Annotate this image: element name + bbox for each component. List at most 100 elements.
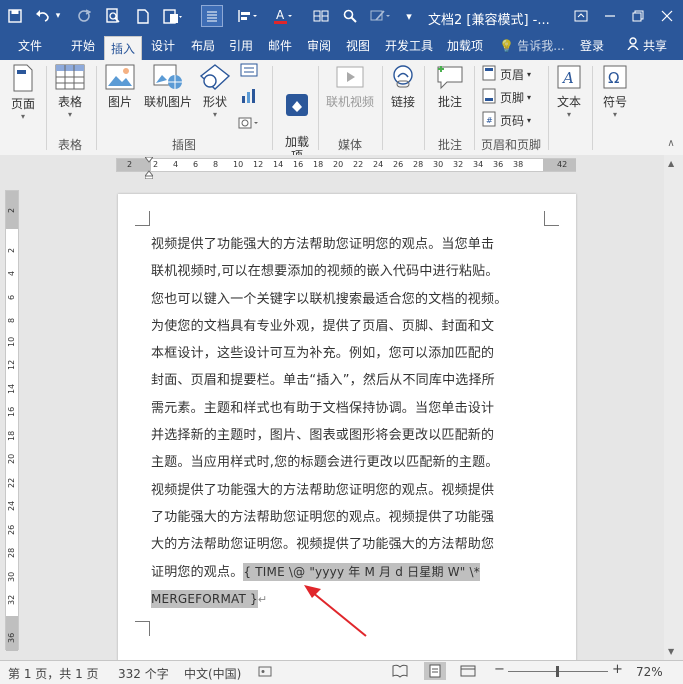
group-label-illustrations: 插图 (171, 138, 196, 152)
screenshot-button[interactable] (236, 114, 262, 133)
ruler-number: 2 (7, 207, 16, 213)
time-field-code[interactable]: { TIME \@ "yyyy 年 M 月 d 日星期 W" \* (243, 562, 480, 581)
svg-text:A: A (276, 8, 285, 22)
online-video-button[interactable]: 联机视频 (322, 64, 378, 110)
scroll-down-icon[interactable]: ▼ (668, 647, 674, 656)
ruler-number: 26 (7, 524, 16, 535)
document-body[interactable]: 视频提供了功能强大的方法帮助您证明您的观点。当您单击 联机视频时,可以在想要添加… (151, 231, 547, 613)
link-button[interactable]: 链接 (386, 64, 420, 110)
format-icon[interactable] (236, 6, 260, 26)
redo-icon[interactable] (75, 6, 93, 26)
tab-view[interactable]: 视图 (340, 33, 376, 60)
svg-text:#: # (486, 116, 493, 125)
table-grid-icon (50, 64, 90, 93)
word-count[interactable]: 332 个字 (118, 665, 169, 682)
find-icon[interactable] (340, 6, 360, 26)
text-line: 联机视频时,可以在想要添加的视频的嵌入代码中进行粘贴。 (151, 264, 499, 280)
zoom-in-icon[interactable]: + (612, 662, 623, 677)
ruler-number: 2 (7, 247, 16, 253)
scroll-up-icon[interactable]: ▲ (668, 159, 674, 168)
margin-corner-mark (135, 621, 150, 636)
online-picture-button[interactable]: 联机图片 (140, 64, 196, 110)
print-layout-icon[interactable] (424, 662, 446, 680)
align-icon[interactable] (201, 5, 223, 27)
shapes-button[interactable]: 形状 ▾ (198, 64, 232, 119)
table-button[interactable]: 表格 ▾ (50, 64, 90, 119)
zoom-level[interactable]: 72% (636, 665, 663, 679)
ribbon-display-icon[interactable] (567, 4, 595, 28)
store-icon (280, 78, 314, 121)
footer-icon (482, 88, 496, 107)
tab-addins[interactable]: 加载项 (441, 33, 489, 60)
tab-references[interactable]: 引用 (223, 33, 259, 60)
collapse-ribbon-icon[interactable]: ∧ (664, 138, 678, 149)
tell-me-box[interactable]: 💡 告诉我... (496, 33, 568, 60)
vertical-ruler[interactable]: 2 2 4 6 8 10 12 14 16 18 20 22 24 26 28 30 32 36 (5, 190, 19, 651)
page-number-button[interactable]: # 页码 ▾ (482, 111, 531, 130)
group-separator (474, 66, 475, 150)
draw-icon[interactable] (369, 6, 393, 26)
link-icon (386, 64, 420, 93)
zoom-slider-thumb[interactable] (556, 666, 559, 677)
footer-button[interactable]: 页脚 ▾ (482, 88, 531, 107)
tab-review[interactable]: 审阅 (301, 33, 337, 60)
tab-file[interactable]: 文件 (12, 33, 48, 60)
ruler-number: 18 (313, 160, 324, 169)
zoom-out-icon[interactable]: − (494, 662, 505, 677)
horizontal-ruler[interactable]: 2 2 4 6 8 10 12 14 16 18 20 22 24 26 28 30 32 34 36 38 42 (116, 158, 576, 172)
close-icon[interactable] (653, 4, 681, 28)
text-line: 主题。当应用样式时,您的标题会进行更改以匹配新的主题。 (151, 455, 499, 471)
ruler-number: 42 (557, 160, 568, 169)
language-indicator[interactable]: 中文(中国) (184, 665, 241, 682)
table-icon[interactable] (311, 6, 331, 26)
tab-developer[interactable]: 开发工具 (380, 33, 438, 60)
page-button[interactable]: 页面 ▾ (6, 64, 40, 121)
font-color-icon[interactable]: A (272, 6, 294, 26)
new-doc-icon[interactable] (134, 6, 152, 26)
ruler-number: 14 (273, 160, 284, 169)
read-mode-icon[interactable] (392, 664, 408, 681)
tab-home[interactable]: 开始 (64, 33, 102, 60)
restore-icon[interactable] (624, 4, 652, 28)
textbox-button[interactable]: A 文本 ▾ (552, 64, 586, 119)
ruler-number: 8 (7, 317, 16, 323)
picture-icon (102, 64, 138, 93)
web-layout-icon[interactable] (460, 664, 476, 681)
comment-button[interactable]: 批注 (430, 64, 470, 110)
margin-corner-mark (544, 211, 559, 226)
tab-layout[interactable]: 布局 (185, 33, 221, 60)
save-icon[interactable] (6, 6, 24, 26)
shapes-dropdown-icon: ▾ (212, 110, 217, 119)
tab-insert[interactable]: 插入 (104, 36, 142, 60)
group-separator (592, 66, 593, 150)
undo-dropdown-icon[interactable]: ▾ (53, 6, 63, 26)
header-button[interactable]: 页眉 ▾ (482, 65, 531, 84)
page-count[interactable]: 第 1 页，共 1 页 (8, 665, 99, 682)
more-icon[interactable]: ▾ (402, 6, 416, 26)
share-button[interactable]: 共享 (614, 33, 680, 60)
group-separator (96, 66, 97, 150)
group-label-media: 媒体 (337, 138, 362, 152)
smartart-button[interactable] (236, 62, 262, 81)
online-video-label: 联机视频 (325, 95, 374, 109)
tab-mailings[interactable]: 邮件 (262, 33, 298, 60)
minimize-icon[interactable] (596, 4, 624, 28)
ruler-number: 18 (7, 430, 16, 441)
macro-record-icon[interactable] (258, 664, 272, 681)
print-preview-icon[interactable] (104, 6, 122, 26)
tab-design[interactable]: 设计 (145, 33, 181, 60)
ruler-number: 6 (193, 160, 199, 169)
vertical-scrollbar[interactable]: ▲ ▼ (664, 155, 683, 660)
symbol-button[interactable]: Ω 符号 ▾ (598, 64, 632, 119)
time-field-code-continued[interactable]: MERGEFORMAT } (151, 589, 258, 608)
picture-button[interactable]: 图片 (102, 64, 138, 110)
signin-link[interactable]: 登录 (574, 33, 610, 60)
undo-icon[interactable] (34, 6, 52, 26)
chart-button[interactable] (236, 88, 262, 107)
paste-icon[interactable] (162, 6, 184, 26)
footer-label: 页脚 (500, 91, 525, 105)
indent-marker-icon[interactable] (143, 156, 155, 180)
text-line: 本框设计，这些设计可互为补充。例如，您可以添加匹配的 (151, 346, 495, 362)
svg-text:A: A (561, 69, 574, 87)
ribbon-insert: 页面 ▾ 表格 ▾ 表格 图片 联机图片 形状 ▾ 插图 加载 联机视频 媒体 … (0, 60, 683, 163)
